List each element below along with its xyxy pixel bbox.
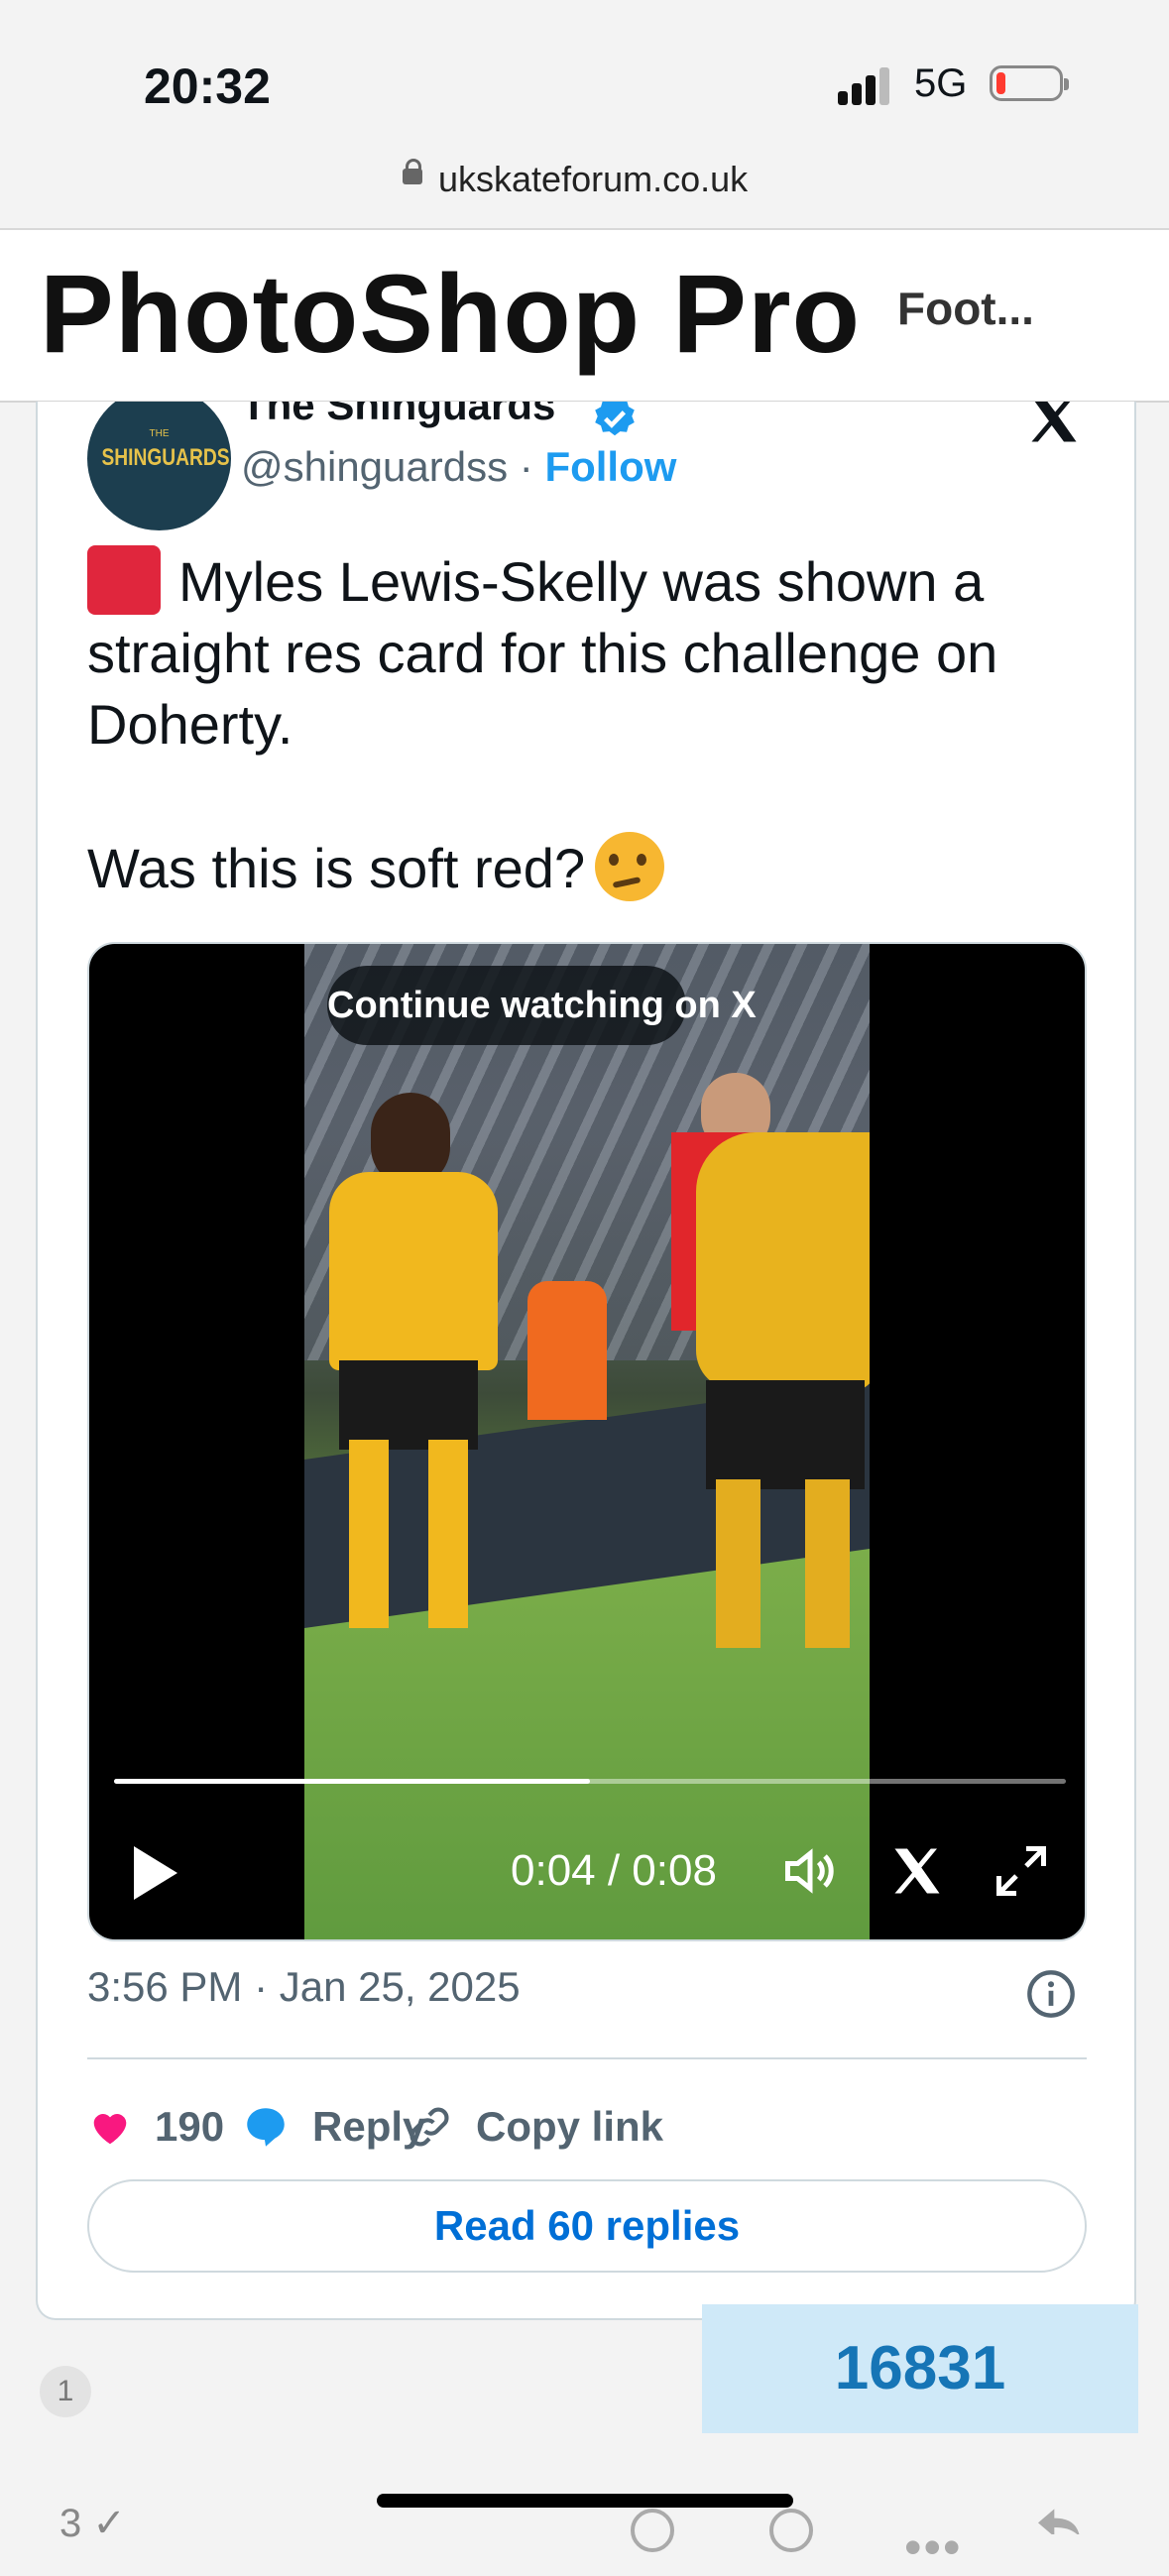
x-logo-icon[interactable] — [1019, 402, 1089, 449]
video-progress-bar[interactable] — [114, 1779, 1066, 1784]
copy-link-button[interactable]: Copy link — [405, 2087, 663, 2166]
battery-icon — [990, 65, 1069, 101]
video-progress-fill — [114, 1779, 590, 1784]
url-text[interactable]: ukskateforum.co.uk — [438, 159, 748, 200]
lock-icon — [403, 159, 422, 184]
reply-button[interactable]: Reply — [241, 2087, 425, 2166]
more-options-icon[interactable]: ••• — [904, 2518, 963, 2576]
link-icon — [409, 2107, 449, 2147]
avatar-text: SHINGUARDS — [101, 444, 230, 471]
link-outline-icon[interactable] — [769, 2509, 813, 2552]
volume-icon[interactable] — [778, 1841, 842, 1901]
author-handle[interactable]: @shinguardss — [241, 443, 508, 490]
tweet-timestamp[interactable]: 3:56 PM · Jan 25, 2025 — [87, 1963, 521, 2011]
copy-link-label: Copy link — [476, 2103, 664, 2150]
continue-watching-button[interactable]: Continue watching on X — [327, 966, 757, 1045]
read-replies-button[interactable]: Read 60 replies — [87, 2179, 1087, 2273]
play-icon[interactable] — [134, 1846, 177, 1900]
like-count: 190 — [155, 2103, 225, 2150]
tweet-text-line1: Myles Lewis-Skelly was shown a straight … — [87, 550, 998, 756]
tweet-divider — [87, 2057, 1087, 2059]
avatar-small-text: THE — [149, 428, 170, 439]
heart-icon — [93, 2114, 127, 2145]
bottom-toolbar-text[interactable]: 3 ✓ — [59, 2501, 126, 2546]
status-bar: 20:32 5G — [0, 0, 1169, 139]
post-number-badge[interactable]: 1 — [40, 2366, 91, 2417]
fullscreen-icon[interactable] — [992, 1841, 1051, 1901]
video-frame — [304, 944, 870, 1939]
author-handle-row: @shinguardss · Follow — [241, 443, 676, 491]
author-name[interactable]: The Shinguards — [241, 402, 555, 429]
home-indicator — [377, 2494, 793, 2508]
verified-badge-icon — [595, 402, 635, 436]
x-icon[interactable] — [887, 1841, 947, 1901]
counter-overlay: 16831 — [702, 2304, 1138, 2433]
forum-breadcrumb[interactable]: Foot... — [897, 282, 1034, 335]
reply-arrow-icon[interactable] — [1031, 2507, 1087, 2534]
reply-bubble-icon — [247, 2108, 285, 2147]
like-button[interactable]: 190 — [87, 2087, 224, 2166]
author-avatar[interactable]: THE SHINGUARDS — [87, 402, 231, 530]
tweet-embed-card: THE SHINGUARDS The Shinguards @shinguard… — [36, 402, 1136, 2320]
cellular-signal-icon — [838, 65, 897, 105]
info-icon[interactable] — [1025, 1968, 1077, 2020]
network-type: 5G — [914, 61, 968, 105]
tweet-text: Myles Lewis-Skelly was shown a straight … — [87, 545, 1099, 904]
site-logo[interactable]: PhotoShop Pro — [40, 250, 861, 378]
handle-separator: · — [519, 443, 533, 490]
tweet-text-line2: Was this is soft red? — [87, 837, 586, 899]
video-player[interactable]: Continue watching on X 0:04 / 0:08 — [87, 942, 1087, 1941]
red-card-emoji — [87, 545, 161, 615]
video-time: 0:04 / 0:08 — [511, 1846, 717, 1895]
follow-button[interactable]: Follow — [544, 443, 676, 490]
status-time: 20:32 — [144, 59, 271, 114]
thinking-face-emoji — [595, 832, 665, 901]
like-outline-icon[interactable] — [631, 2509, 674, 2552]
site-header: PhotoShop Pro Foot... — [0, 230, 1169, 403]
tweet-actions: 190 Reply Copy link — [87, 2087, 1087, 2166]
